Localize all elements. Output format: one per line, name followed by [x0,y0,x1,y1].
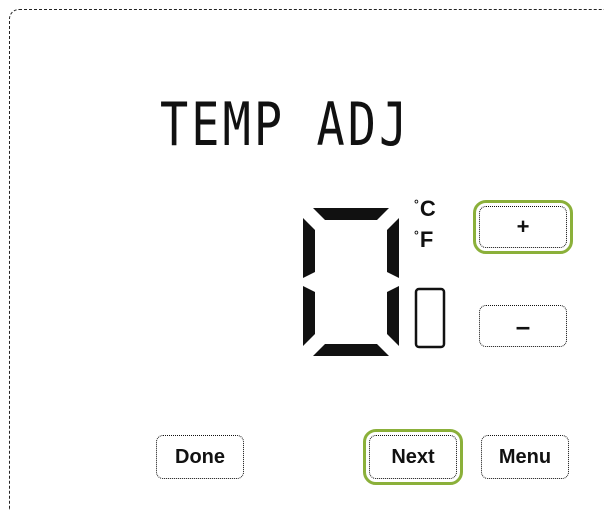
degree-symbol-f: ° [414,228,419,242]
increase-button[interactable]: + [473,200,573,254]
segment-lower-right [387,286,399,346]
screen-title: TEMP ADJ [160,90,411,160]
menu-button[interactable]: Menu [481,435,569,479]
done-button[interactable]: Done [156,435,244,479]
segment-bottom [313,344,389,356]
segment-upper-right [387,218,399,278]
decrease-button[interactable]: – [479,305,567,347]
small-digit-display [414,287,446,349]
degree-symbol-c: ° [414,197,419,211]
segment-top [313,208,389,220]
large-digit-display [303,208,399,356]
celsius-label: C [419,196,436,221]
next-button[interactable]: Next [363,429,463,485]
segment-lower-left [303,286,315,346]
segment-upper-left [303,218,315,278]
celsius-indicator: °C [414,196,436,222]
fahrenheit-label: F [419,227,434,252]
fahrenheit-indicator: °F [414,227,433,253]
